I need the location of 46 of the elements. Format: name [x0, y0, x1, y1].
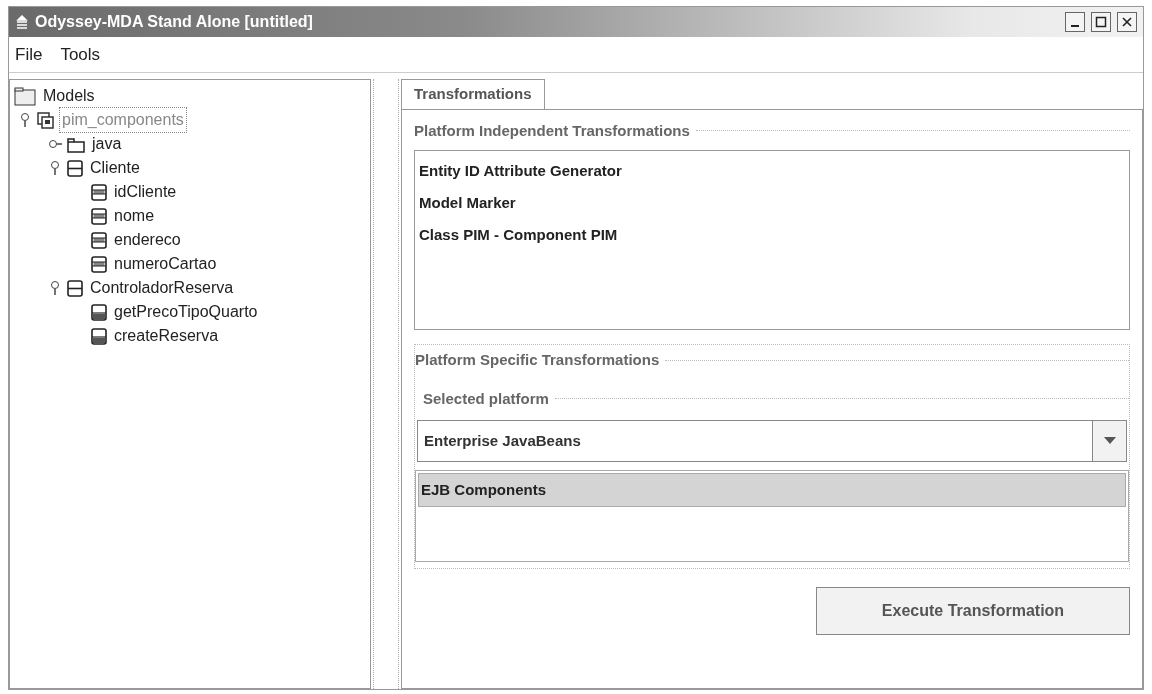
tree-node[interactable]: ControladorReserva [88, 276, 236, 300]
toggle-icon[interactable] [48, 280, 62, 296]
window-title: Odyssey-MDA Stand Alone [untitled] [35, 12, 313, 32]
tree-node[interactable]: endereco [112, 228, 183, 252]
class-icon [67, 279, 83, 297]
minimize-button[interactable] [1065, 12, 1085, 32]
group-title: Platform Specific Transformations [415, 350, 660, 370]
field-label: Selected platform [423, 388, 549, 409]
maximize-icon [1095, 16, 1107, 28]
dropdown-arrow-icon [1103, 437, 1116, 445]
window-icon [15, 15, 29, 29]
platform-dropdown[interactable]: Enterprise JavaBeans [417, 420, 1127, 462]
menu-item[interactable]: Tools [58, 41, 103, 68]
group-title: Platform Independent Transformations [414, 120, 690, 141]
maximize-button[interactable] [1091, 12, 1111, 32]
tree-node[interactable]: nome [112, 204, 157, 228]
tree-node[interactable]: java [90, 132, 124, 156]
method-icon [91, 327, 107, 345]
close-button[interactable] [1117, 12, 1137, 32]
field-icon [91, 207, 107, 225]
field-icon [91, 183, 107, 201]
method-icon [91, 303, 107, 321]
tree-node[interactable]: pim_components [59, 107, 187, 133]
folder-icon [14, 86, 36, 106]
tree-node[interactable]: numeroCartao [112, 252, 219, 276]
close-icon [1121, 16, 1133, 28]
class-icon [67, 159, 83, 177]
list-item[interactable]: EJB Components [418, 473, 1126, 507]
toggle-icon[interactable] [48, 160, 62, 176]
menu-item[interactable]: File [13, 41, 45, 68]
tree-node[interactable]: idCliente [112, 180, 179, 204]
tree-node[interactable]: createReserva [112, 324, 221, 348]
list-item[interactable]: Model Marker [417, 187, 1127, 219]
tree-node[interactable]: getPrecoTipoQuarto [112, 300, 260, 324]
list-item[interactable]: Entity ID Attribute Generator [417, 155, 1127, 187]
minimize-icon [1071, 25, 1079, 27]
tab[interactable]: Transformations [401, 79, 545, 109]
field-icon [91, 231, 107, 249]
execute-button[interactable]: Execute Transformation [816, 587, 1130, 635]
field-icon [91, 255, 107, 273]
toggle-icon[interactable] [18, 112, 32, 128]
tree-node[interactable]: Models [41, 84, 97, 108]
stacked-pages-icon [37, 111, 54, 129]
tree-node[interactable]: Cliente [88, 156, 142, 180]
list-item[interactable]: Class PIM - Component PIM [417, 219, 1127, 251]
folder-icon [67, 135, 85, 153]
